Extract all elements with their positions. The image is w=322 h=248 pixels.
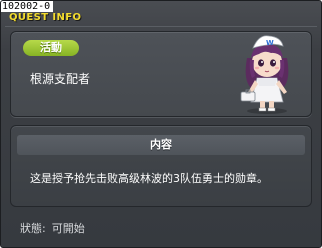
nurse-npc-icon: W (240, 35, 289, 114)
description-panel: 内容 这是授予抢先击败高级林波的3队伍勇士的勋章。 (10, 125, 312, 207)
event-badge: 活動 (23, 40, 79, 56)
quest-header-panel: 活動 根源支配者 W (10, 31, 312, 117)
status-value: 可開始 (51, 222, 85, 235)
quest-status: 狀態: 可開始 (20, 221, 85, 236)
svg-text:W: W (266, 39, 274, 47)
title-divider (5, 26, 317, 27)
window-title: QUEST INFO (9, 12, 82, 23)
description-heading: 内容 (17, 135, 305, 155)
window-id-label: 102002-0 (1, 1, 54, 12)
status-label: 狀態: (20, 222, 46, 235)
description-text: 这是授予抢先击败高级林波的3队伍勇士的勋章。 (30, 172, 268, 185)
quest-info-window: 102002-0 QUEST INFO 活動 根源支配者 W 内容 这是授予抢先… (0, 0, 322, 248)
quest-name: 根源支配者 (30, 72, 91, 86)
